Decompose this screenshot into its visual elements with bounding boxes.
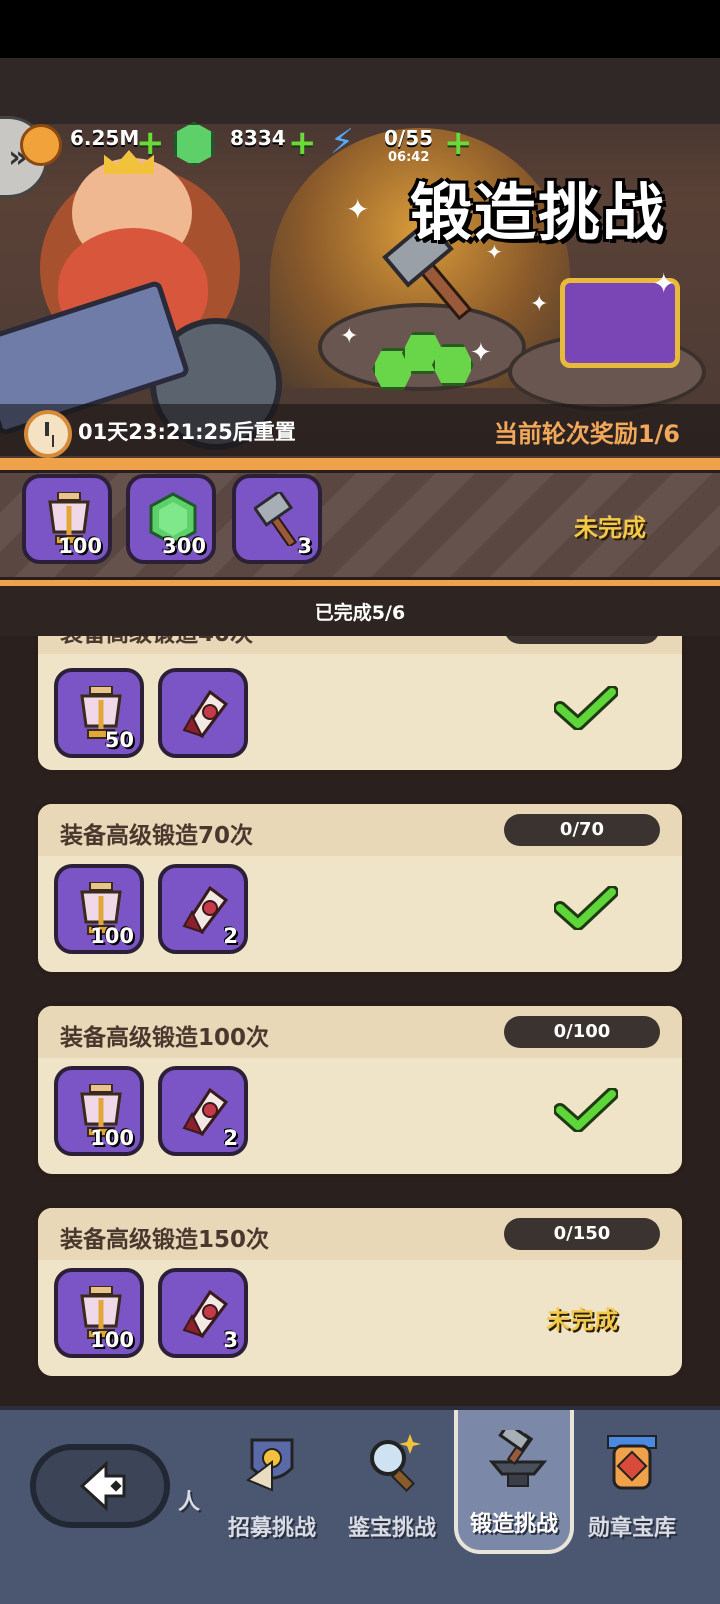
resource-band (0, 58, 720, 124)
back-arrow-icon (79, 1460, 126, 1512)
task-progress: 0/150 (504, 1218, 660, 1250)
page-title: 锻造挑战 (410, 176, 667, 249)
completed-count: 已完成5/6 (314, 602, 406, 624)
add-gold-button[interactable]: + (136, 126, 165, 160)
sparkle-icon: ✦ (340, 324, 359, 349)
gem-amount: 8334 (230, 126, 286, 150)
tab-label: 锻造挑战 (469, 1512, 558, 1537)
magnifier-icon (370, 1434, 421, 1492)
reset-timer: 01天23:21:25后重置 (78, 420, 296, 444)
task-progress: 0/70 (504, 814, 660, 846)
medal-icon (607, 1435, 657, 1490)
anvil-icon (488, 1430, 548, 1487)
task-progress: 0/100 (504, 1016, 660, 1048)
reward-item-trophy[interactable]: 100 (54, 1066, 144, 1156)
tab-label: 鉴宝挑战 (347, 1516, 436, 1541)
tab-recruit-challenge[interactable]: 招募挑战 (212, 1420, 332, 1550)
add-gems-button[interactable]: + (288, 126, 317, 160)
reward-item-scroll[interactable] (158, 668, 248, 758)
sparkle-icon: ✦ (346, 193, 370, 226)
reward-item-trophy[interactable]: 100 (54, 1268, 144, 1358)
round-reward-label: 当前轮次奖励1/6 (493, 420, 680, 448)
back-button[interactable] (30, 1444, 170, 1528)
reward-item-scroll[interactable]: 2 (158, 1066, 248, 1156)
task-card: 装备高级锻造150次 0/150 100 3 未完成 (34, 1204, 686, 1380)
reward-item-trophy[interactable]: 100 (54, 864, 144, 954)
reward-count: 50 (104, 728, 134, 752)
reward-count: 100 (90, 924, 134, 948)
round-reward-strip: 100 300 3 未完成 (0, 458, 720, 586)
forge-banner: ✦ ✦ ✦ ✦ ✦ ✦ » 6.25M + 8334 + ⚡ 0/55 06:4… (0, 58, 720, 458)
energy-amount: 0/55 (384, 126, 434, 150)
reward-item-gem[interactable]: 300 (126, 474, 216, 564)
reward-count: 3 (297, 534, 312, 558)
task-list[interactable]: 装备高级锻造40次 0/40 50 装备高级锻造70次 0/70 100 2 装… (0, 636, 720, 1406)
reward-count: 100 (90, 1126, 134, 1150)
reward-count: 3 (223, 1328, 238, 1352)
checkmark-icon (554, 1088, 618, 1132)
task-title: 装备高级锻造40次 (60, 636, 253, 648)
reward-count: 2 (223, 1126, 238, 1150)
recruit-icon (246, 1438, 294, 1492)
reward-count: 100 (58, 534, 102, 558)
checkmark-icon (554, 686, 618, 730)
reward-count: 100 (90, 1328, 134, 1352)
energy-icon: ⚡ (330, 122, 354, 162)
tab-forge-challenge[interactable]: 锻造挑战 (454, 1410, 574, 1554)
scroll-icon (182, 689, 229, 739)
task-status: 未完成 (546, 1306, 618, 1334)
add-energy-button[interactable]: + (444, 126, 473, 160)
reward-item-scroll[interactable]: 2 (158, 864, 248, 954)
reward-item-hammer[interactable]: 3 (232, 474, 322, 564)
task-card: 装备高级锻造70次 0/70 100 2 (34, 800, 686, 976)
gem-pile (372, 330, 482, 390)
tab-medal-vault[interactable]: 勋章宝库 (572, 1420, 692, 1550)
clock-icon (24, 410, 72, 458)
tab-appraisal-challenge[interactable]: 鉴宝挑战 (332, 1420, 452, 1550)
checkmark-icon (554, 886, 618, 930)
round-status: 未完成 (574, 514, 646, 542)
gem-icon (174, 122, 214, 166)
reward-count: 2 (223, 924, 238, 948)
reward-item-trophy[interactable]: 50 (54, 668, 144, 758)
gold-coin-icon (20, 124, 62, 166)
partial-tab-label[interactable]: 人 (178, 1484, 200, 1516)
tab-label: 招募挑战 (227, 1516, 316, 1541)
sparkle-icon: ✦ (530, 292, 549, 317)
task-title: 装备高级锻造70次 (60, 823, 254, 849)
task-title: 装备高级锻造150次 (60, 1227, 270, 1253)
task-progress: 0/40 (504, 636, 660, 644)
status-bar (0, 0, 720, 58)
reward-item-scroll[interactable]: 3 (158, 1268, 248, 1358)
reward-item-trophy[interactable]: 100 (22, 474, 112, 564)
bottom-nav: 人 招募挑战 鉴宝挑战 锻造挑战 勋章宝库 (0, 1406, 720, 1604)
gold-amount: 6.25M (70, 126, 140, 150)
task-card: 装备高级锻造40次 0/40 50 (34, 636, 686, 774)
task-title: 装备高级锻造100次 (60, 1025, 270, 1051)
sparkle-icon: ✦ (652, 267, 676, 300)
reward-count: 300 (162, 534, 206, 558)
tab-label: 勋章宝库 (587, 1516, 676, 1541)
sparkle-icon: ✦ (470, 338, 492, 368)
task-card: 装备高级锻造100次 0/100 100 2 (34, 1002, 686, 1178)
